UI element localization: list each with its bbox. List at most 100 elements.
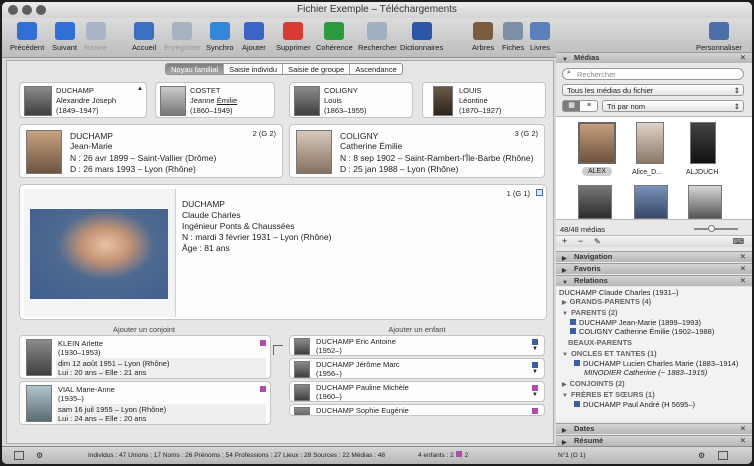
media-thumbnail[interactable] — [690, 122, 716, 164]
chevron-down-icon[interactable]: ▼ — [532, 415, 538, 416]
main-person-card[interactable]: DUCHAMP Claude Charles Ingénieur Ponts &… — [19, 184, 547, 320]
toolbar-cohrence-button[interactable]: Cohérence — [316, 22, 353, 52]
back-arrow-icon — [17, 22, 38, 40]
add-spouse-label[interactable]: Ajouter un conjoint — [19, 325, 269, 334]
edit-pencil-icon[interactable]: ✎ — [594, 236, 601, 247]
relation-row[interactable]: COLIGNY Catherine Émilie (1902–1988) — [570, 327, 714, 336]
grandparent-card-3[interactable]: COLIGNY Louis (1863–1955) — [289, 82, 413, 118]
close-icon[interactable]: ✕ — [740, 252, 746, 262]
toolbar-racine-button[interactable]: Racine — [84, 22, 107, 52]
parent-surname: DUCHAMP — [70, 131, 113, 141]
toolbar-synchro-button[interactable]: Synchro — [206, 22, 234, 52]
daughters-count: 2 — [464, 452, 469, 459]
chevron-down-icon[interactable]: ▼ — [532, 369, 538, 375]
media-thumbnail[interactable] — [634, 185, 668, 219]
gear-icon[interactable]: ⚙ — [698, 447, 705, 464]
slider-knob[interactable] — [708, 225, 715, 232]
sex-marker-icon — [532, 362, 538, 368]
relations-panel-header[interactable]: ▼ Relations ✕ — [556, 275, 752, 286]
relation-row[interactable]: BEAUX-PARENTS — [568, 338, 632, 347]
relation-row[interactable]: DUCHAMP Lucien Charles Marie (1883–1914) — [574, 359, 738, 368]
spouse-card-2[interactable]: VIAL Marie-Anne (1935–) sam 16 juil 1955… — [19, 381, 271, 425]
toolbar-supprimer-button[interactable]: Supprimer — [276, 22, 311, 52]
child-card[interactable]: DUCHAMP Eric Antoine (1952–) ▼ — [289, 335, 545, 356]
close-window-button[interactable] — [8, 5, 18, 15]
close-icon[interactable]: ✕ — [740, 276, 746, 286]
tab-noyau-familial[interactable]: Noyau familial — [166, 64, 225, 74]
toolbar-personnaliser-button[interactable]: Personnaliser — [696, 22, 742, 52]
relation-row[interactable]: DUCHAMP Paul André (H 5695–) — [574, 400, 695, 409]
close-icon[interactable]: ✕ — [740, 436, 746, 446]
media-search-field[interactable]: ⌕ Rechercher — [562, 68, 744, 80]
tab-ascendance[interactable]: Ascendance — [350, 64, 401, 74]
favoris-panel-header[interactable]: ▶ Favoris ✕ — [556, 263, 752, 274]
child-card[interactable]: DUCHAMP Pauline Michèle (1960–) ▼ — [289, 381, 545, 402]
media-thumbnail[interactable] — [636, 122, 664, 164]
relations-root-person[interactable]: DUCHAMP Claude Charles (1931–) — [559, 288, 679, 297]
edit-square-icon[interactable] — [536, 189, 543, 196]
relation-row[interactable]: MINODIER Catherine (~ 1883–1915) — [574, 368, 707, 377]
parent-card-mother[interactable]: COLIGNY Catherine Émilie N : 8 sep 1902 … — [289, 124, 545, 178]
media-sort-select[interactable]: Tri par nom ⇕ — [602, 100, 744, 112]
main-person-given-name: Claude Charles — [182, 210, 241, 220]
keyboard-icon[interactable]: ⌨ — [732, 236, 744, 247]
toolbar-suivant-button[interactable]: Suivant — [52, 22, 77, 52]
media-panel-header[interactable]: ▼ Médias ✕ — [556, 52, 752, 63]
remove-media-icon[interactable]: − — [578, 236, 583, 247]
close-icon[interactable]: ✕ — [740, 424, 746, 434]
sidebar-toggle-icon[interactable] — [718, 451, 728, 460]
tab-saisie-individu[interactable]: Saisie individu — [224, 64, 284, 74]
grandparent-surname: COLIGNY — [324, 86, 358, 95]
toolbar-fiches-button[interactable]: Fiches — [502, 22, 524, 52]
chevron-down-icon[interactable]: ▼ — [532, 346, 538, 352]
chevron-down-icon[interactable]: ▼ — [532, 392, 538, 398]
relation-label: PARENTS (2) — [570, 308, 618, 317]
grandparent-card-4[interactable]: LOUIS Léontine (1870–1927) — [422, 82, 546, 118]
gear-icon[interactable]: ⚙ — [36, 447, 43, 464]
list-view-icon[interactable]: ≡ — [581, 101, 597, 111]
portrait-photo — [294, 338, 310, 355]
minimize-window-button[interactable] — [22, 5, 32, 15]
toolbar-arbres-button[interactable]: Arbres — [472, 22, 494, 52]
view-mode-toggle[interactable]: ▦ ≡ — [562, 100, 598, 112]
toolbar-dictionnaires-button[interactable]: Dictionnaires — [400, 22, 443, 52]
tab-saisie-groupe[interactable]: Saisie de groupe — [283, 64, 351, 74]
toolbar-label: Livres — [530, 43, 551, 52]
relation-row[interactable]: DUCHAMP Jean-Marie (1899–1993) — [570, 318, 701, 327]
media-filter-select[interactable]: Tous les médias du fichier ⇕ — [562, 84, 744, 96]
navigation-panel-header[interactable]: ▶ Navigation ✕ — [556, 251, 752, 262]
toolbar-ajouter-button[interactable]: Ajouter — [242, 22, 266, 52]
dates-panel-header[interactable]: ▶ Dates ✕ — [556, 423, 752, 434]
relation-label: FRÈRES ET SŒURS (1) — [570, 390, 655, 399]
resume-panel-header[interactable]: ▶ Résumé ✕ — [556, 435, 752, 446]
toolbar-livres-button[interactable]: Livres — [530, 22, 550, 52]
child-card[interactable]: DUCHAMP Jérôme Marc (1956–) ▼ — [289, 358, 545, 379]
expand-up-icon[interactable]: ▲ — [137, 85, 143, 94]
grandparent-card-2[interactable]: COSTET Jeanne Émilie (1860–1949) — [155, 82, 275, 118]
relation-row[interactable]: ▶ CONJOINTS (2) — [562, 379, 625, 390]
child-card[interactable]: DUCHAMP Sophie Eugénie(1965–) ▼ — [289, 404, 545, 416]
relation-row[interactable]: ▶ GRANDS-PARENTS (4) — [562, 297, 651, 308]
toolbar-label: Rechercher — [358, 43, 397, 52]
toolbar-accueil-button[interactable]: Accueil — [132, 22, 156, 52]
media-thumbnail[interactable] — [578, 122, 616, 164]
parent-card-father[interactable]: DUCHAMP Jean-Marie N : 26 avr 1899 – Sai… — [19, 124, 283, 178]
media-thumbnail[interactable] — [688, 185, 722, 219]
toolbar-enregistrer-button[interactable]: Enregistrer — [164, 22, 201, 52]
close-icon[interactable]: ✕ — [740, 53, 746, 63]
thumbnail-size-slider[interactable] — [694, 225, 738, 232]
child-dates: (1965–) — [316, 415, 342, 416]
spouse-card-1[interactable]: KLEIN Arlette (1930–1953) dim 12 août 19… — [19, 335, 271, 379]
media-thumbnail[interactable] — [578, 185, 612, 219]
grid-view-icon[interactable]: ▦ — [563, 101, 580, 111]
sidebar: ▼ Médias ✕ ⌕ Rechercher Tous les médias du… — [556, 52, 752, 446]
grandparent-card-1[interactable]: DUCHAMP Alexandre Joseph (1849–1947) ▲ — [19, 82, 147, 118]
sidebar-toggle-icon[interactable] — [14, 451, 24, 460]
toolbar-rechercher-button[interactable]: Rechercher — [358, 22, 397, 52]
add-media-icon[interactable]: + — [562, 236, 567, 247]
relation-label: GRANDS-PARENTS (4) — [569, 297, 652, 306]
toolbar-prcdent-button[interactable]: Précédent — [10, 22, 44, 52]
add-child-label[interactable]: Ajouter un enfant — [289, 325, 545, 334]
close-icon[interactable]: ✕ — [740, 264, 746, 274]
zoom-window-button[interactable] — [36, 5, 46, 15]
